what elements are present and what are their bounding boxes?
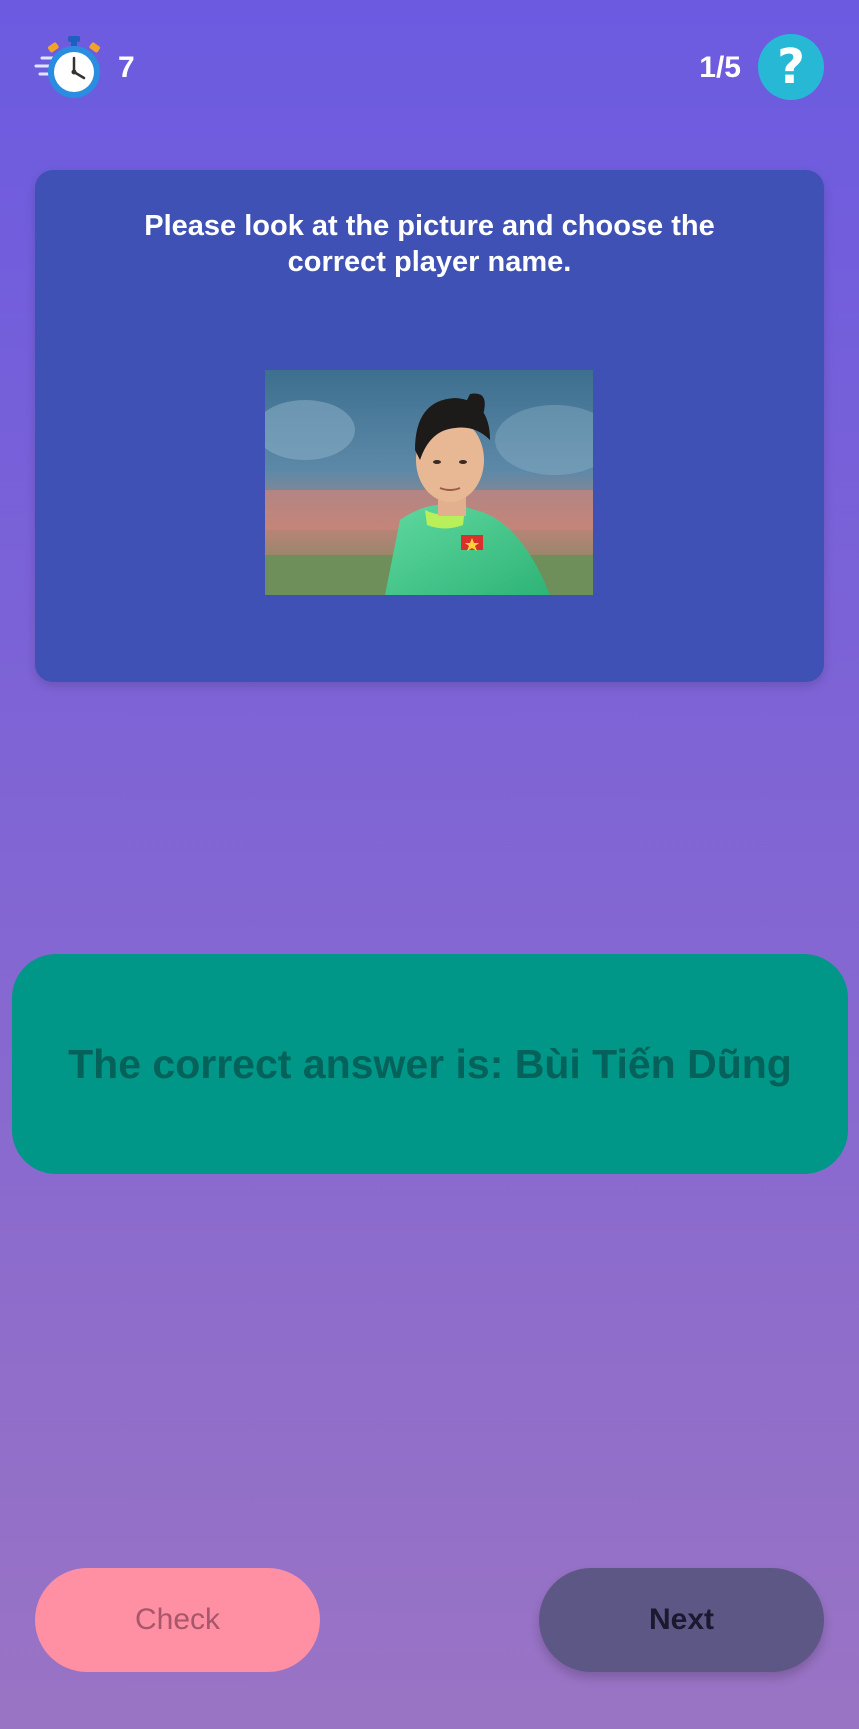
- next-button[interactable]: Next: [539, 1568, 824, 1672]
- next-button-label: Next: [648, 1603, 715, 1636]
- answer-result-box: The correct answer is: Bùi Tiến Dũng: [12, 954, 848, 1174]
- question-card: Please look at the picture and choose th…: [35, 170, 824, 682]
- timer-value: 7: [118, 51, 135, 84]
- check-button-label: Check: [134, 1603, 221, 1636]
- question-progress: 1/5: [699, 51, 741, 84]
- check-button[interactable]: Check: [35, 1568, 320, 1672]
- question-text: Please look at the picture and choose th…: [144, 210, 715, 278]
- stopwatch-icon: [34, 34, 106, 100]
- player-photo: [265, 370, 593, 595]
- correct-answer-text: The correct answer is: Bùi Tiến Dũng: [68, 1041, 792, 1087]
- help-button[interactable]: ?: [758, 34, 824, 100]
- question-mark-icon: ?: [777, 39, 805, 95]
- top-bar: 7 1/5 ?: [0, 0, 859, 140]
